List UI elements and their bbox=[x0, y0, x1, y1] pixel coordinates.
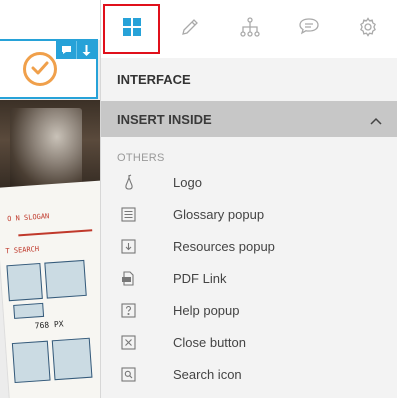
sketch-wireframe-2 bbox=[44, 259, 87, 299]
interface-section-header[interactable]: INTERFACE bbox=[101, 58, 397, 100]
comment-icon[interactable] bbox=[56, 41, 76, 59]
list-item-search-icon[interactable]: Search icon bbox=[101, 358, 397, 390]
grid-icon bbox=[122, 17, 141, 41]
panel-tabs bbox=[101, 0, 397, 58]
sketch-search-text: T SEARCH bbox=[5, 245, 40, 256]
canvas-top-area bbox=[0, 0, 100, 40]
list-item-label: PDF Link bbox=[173, 270, 227, 286]
sketch-wireframe-4 bbox=[11, 340, 51, 384]
pear-icon bbox=[120, 174, 137, 191]
photo-detail bbox=[10, 108, 82, 190]
list-item-help-popup[interactable]: Help popup bbox=[101, 294, 397, 326]
arrow-down-icon[interactable] bbox=[76, 41, 96, 59]
list-item-resources-popup[interactable]: Resources popup bbox=[101, 230, 397, 262]
question-box-icon bbox=[120, 302, 137, 319]
tab-edit[interactable] bbox=[160, 0, 219, 58]
insert-items-list: Logo Glossary popup Resources popup PDF … bbox=[101, 166, 397, 390]
list-item-glossary-popup[interactable]: Glossary popup bbox=[101, 198, 397, 230]
insert-inside-header[interactable]: INSERT INSIDE bbox=[101, 101, 397, 137]
close-box-icon bbox=[120, 334, 137, 351]
hierarchy-icon bbox=[239, 16, 260, 42]
comment-icon bbox=[298, 17, 320, 42]
selected-logo-element[interactable] bbox=[0, 39, 98, 99]
list-item-close-button[interactable]: Close button bbox=[101, 326, 397, 358]
tab-settings[interactable] bbox=[339, 0, 397, 58]
sketch-paper: O N SLOGAN T SEARCH 768 PX bbox=[0, 180, 100, 398]
editor-canvas[interactable]: O N SLOGAN T SEARCH 768 PX bbox=[0, 0, 100, 398]
list-item-label: Search icon bbox=[173, 366, 242, 382]
sketch-slogan-text: O N SLOGAN bbox=[6, 212, 50, 224]
search-box-icon bbox=[120, 366, 137, 383]
sketch-wireframe-5 bbox=[51, 337, 93, 381]
sketch-red-line bbox=[18, 229, 93, 237]
list-icon bbox=[120, 206, 137, 223]
others-group-label: OTHERS bbox=[117, 152, 165, 164]
pencil-icon bbox=[180, 17, 200, 42]
gear-icon bbox=[358, 16, 378, 42]
insert-inside-label: INSERT INSIDE bbox=[117, 111, 212, 127]
pdf-icon bbox=[120, 270, 137, 287]
side-panel: INTERFACE INSERT INSIDE OTHERS Logo Glos… bbox=[100, 0, 397, 398]
list-item-label: Glossary popup bbox=[173, 206, 265, 222]
sketch-dimension-text: 768 PX bbox=[34, 319, 64, 331]
list-item-logo[interactable]: Logo bbox=[101, 166, 397, 198]
list-item-pdf-link[interactable]: PDF Link bbox=[101, 262, 397, 294]
download-box-icon bbox=[120, 238, 137, 255]
sketch-wireframe-3 bbox=[13, 302, 45, 319]
list-item-label: Close button bbox=[173, 334, 246, 350]
tab-interface[interactable] bbox=[103, 4, 161, 54]
chevron-up-icon[interactable] bbox=[370, 113, 382, 128]
tab-comments[interactable] bbox=[279, 0, 338, 58]
list-item-label: Resources popup bbox=[173, 238, 275, 254]
check-logo-icon bbox=[23, 52, 57, 86]
tab-structure[interactable] bbox=[220, 0, 279, 58]
selected-element-toolbar bbox=[56, 41, 96, 59]
sketch-wireframe-1 bbox=[6, 262, 43, 302]
list-item-label: Help popup bbox=[173, 302, 240, 318]
list-item-label: Logo bbox=[173, 174, 202, 190]
